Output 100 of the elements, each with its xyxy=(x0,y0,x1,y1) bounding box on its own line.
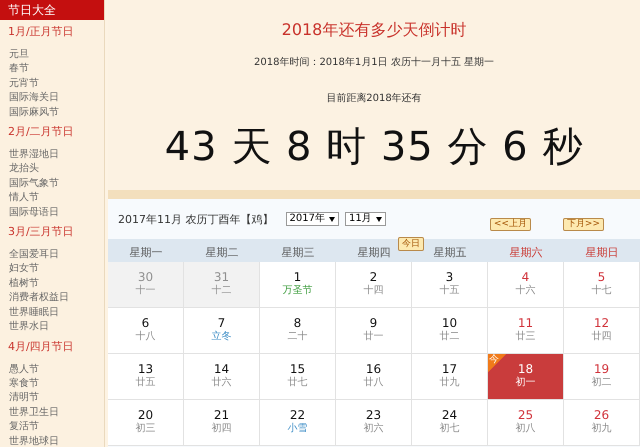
day-number: 24 xyxy=(442,408,458,422)
countdown-title: 2018年还有多少天倒计时 xyxy=(282,20,466,41)
day-number: 31 xyxy=(214,270,230,284)
day-cell[interactable]: 10 廿二 xyxy=(412,308,488,354)
sidebar-link[interactable]: 消费者权益日 xyxy=(0,291,104,306)
sidebar-link[interactable]: 寒食节 xyxy=(0,376,104,392)
day-number: 30 xyxy=(138,270,154,284)
lunar-date: 立冬 xyxy=(212,330,232,344)
month-select[interactable]: 11月 xyxy=(344,212,386,226)
weekday-header: 星期六 xyxy=(510,246,542,259)
sidebar-link[interactable]: 国际母语日 xyxy=(0,206,104,220)
lunar-date: 廿九 xyxy=(440,376,460,390)
sidebar-link[interactable]: 妇女节 xyxy=(0,262,104,277)
lunar-date: 初四 xyxy=(212,422,232,436)
caret-icon xyxy=(376,216,382,222)
day-cell[interactable]: 4 十六 xyxy=(488,262,564,308)
lunar-date: 廿四 xyxy=(592,330,612,344)
prev-month-button[interactable]: <<上月 xyxy=(490,218,531,230)
lunar-date: 初七 xyxy=(440,422,460,436)
lunar-date: 小雪 xyxy=(288,422,308,436)
day-number: 1 xyxy=(294,270,302,284)
day-cell[interactable]: 15 廿七 xyxy=(260,354,336,400)
day-cell[interactable]: 今 18 初一 xyxy=(488,354,564,400)
next-month-button[interactable]: 下月>> xyxy=(562,218,604,230)
lunar-date: 十一 xyxy=(136,284,156,298)
day-cell[interactable]: 25 初八 xyxy=(488,400,564,446)
sidebar-link[interactable]: 国际海关日 xyxy=(0,91,104,106)
day-cell[interactable]: 8 二十 xyxy=(260,308,336,354)
sidebar-link[interactable]: 国际麻风节 xyxy=(0,106,104,120)
day-cell[interactable]: 3 十五 xyxy=(412,262,488,308)
sidebar-link[interactable]: 情人节 xyxy=(0,191,104,206)
day-number: 7 xyxy=(218,316,226,330)
day-cell[interactable]: 22 小雪 xyxy=(260,400,336,446)
sidebar-group-heading: 3月/三月节日 xyxy=(7,224,75,240)
day-number: 8 xyxy=(294,316,302,330)
lunar-date: 初八 xyxy=(516,422,536,436)
weekday-header: 星期三 xyxy=(282,246,314,259)
sidebar-link[interactable]: 全国爱耳日 xyxy=(0,248,104,262)
lunar-date: 十二 xyxy=(212,284,232,298)
day-cell[interactable]: 1 万圣节 xyxy=(260,262,336,308)
day-cell[interactable]: 24 初七 xyxy=(412,400,488,446)
day-cell[interactable]: 23 初六 xyxy=(336,400,412,446)
day-cell[interactable]: 14 廿六 xyxy=(184,354,260,400)
day-number: 26 xyxy=(594,408,610,422)
sidebar-link[interactable]: 世界地球日 xyxy=(0,434,104,447)
sidebar-link[interactable]: 世界卫生日 xyxy=(0,406,104,420)
day-cell[interactable]: 6 十八 xyxy=(108,308,184,354)
day-cell[interactable]: 30 十一 xyxy=(108,262,184,308)
sidebar-link[interactable]: 元旦 xyxy=(0,48,104,62)
day-cell[interactable]: 31 十二 xyxy=(184,262,260,308)
day-cell[interactable]: 12 廿四 xyxy=(564,308,640,354)
day-number: 14 xyxy=(214,362,230,376)
day-number: 20 xyxy=(138,408,154,422)
day-cell[interactable]: 7 立冬 xyxy=(184,308,260,354)
lunar-date: 廿三 xyxy=(516,330,536,344)
weekday-header: 星期二 xyxy=(206,246,238,259)
day-number: 23 xyxy=(366,408,382,422)
sidebar-link[interactable]: 元宵节 xyxy=(0,76,104,92)
sidebar-group-heading: 4月/四月节日 xyxy=(7,338,75,354)
day-number: 17 xyxy=(442,362,458,376)
day-number: 11 xyxy=(518,316,534,330)
day-cell[interactable]: 26 初九 xyxy=(564,400,640,446)
sidebar-link[interactable]: 清明节 xyxy=(0,391,104,406)
day-cell[interactable]: 20 初三 xyxy=(108,400,184,446)
lunar-date: 廿一 xyxy=(364,330,384,344)
day-cell[interactable]: 11 廿三 xyxy=(488,308,564,354)
day-number: 19 xyxy=(594,362,610,376)
lunar-date: 十八 xyxy=(136,330,156,344)
today-button[interactable]: 今日 xyxy=(398,237,424,251)
day-cell[interactable]: 2 十四 xyxy=(336,262,412,308)
day-cell[interactable]: 13 廿五 xyxy=(108,354,184,400)
sidebar-link[interactable]: 春节 xyxy=(0,62,104,77)
sidebar-link[interactable]: 世界湿地日 xyxy=(0,148,104,162)
sidebar-link[interactable]: 国际气象节 xyxy=(0,176,104,192)
sidebar-link[interactable]: 龙抬头 xyxy=(0,162,104,177)
lunar-date: 十七 xyxy=(592,284,612,298)
day-number: 16 xyxy=(366,362,382,376)
day-number: 15 xyxy=(290,362,306,376)
day-number: 12 xyxy=(594,316,610,330)
date-line: 2018年时间：2018年1月1日 农历十一月十五 星期一 xyxy=(254,56,494,69)
day-number: 22 xyxy=(290,408,306,422)
day-cell[interactable]: 16 廿八 xyxy=(336,354,412,400)
day-number: 3 xyxy=(446,270,454,284)
day-cell[interactable]: 21 初四 xyxy=(184,400,260,446)
sidebar-link[interactable]: 世界睡眠日 xyxy=(0,306,104,320)
day-number: 4 xyxy=(522,270,530,284)
sidebar-link[interactable]: 世界水日 xyxy=(0,320,104,334)
day-cell[interactable]: 19 初二 xyxy=(564,354,640,400)
sidebar-link[interactable]: 复活节 xyxy=(0,420,104,435)
sidebar-link[interactable]: 植树节 xyxy=(0,276,104,292)
lunar-date: 万圣节 xyxy=(282,284,312,298)
day-number: 21 xyxy=(214,408,230,422)
lunar-date: 十六 xyxy=(516,284,536,298)
sidebar-link[interactable]: 愚人节 xyxy=(0,362,104,377)
day-cell[interactable]: 5 十七 xyxy=(564,262,640,308)
year-select[interactable]: 2017年 xyxy=(286,212,339,226)
day-cell[interactable]: 9 廿一 xyxy=(336,308,412,354)
day-cell[interactable]: 17 廿九 xyxy=(412,354,488,400)
weekday-header: 星期四 xyxy=(358,246,390,259)
caret-icon xyxy=(328,216,335,222)
